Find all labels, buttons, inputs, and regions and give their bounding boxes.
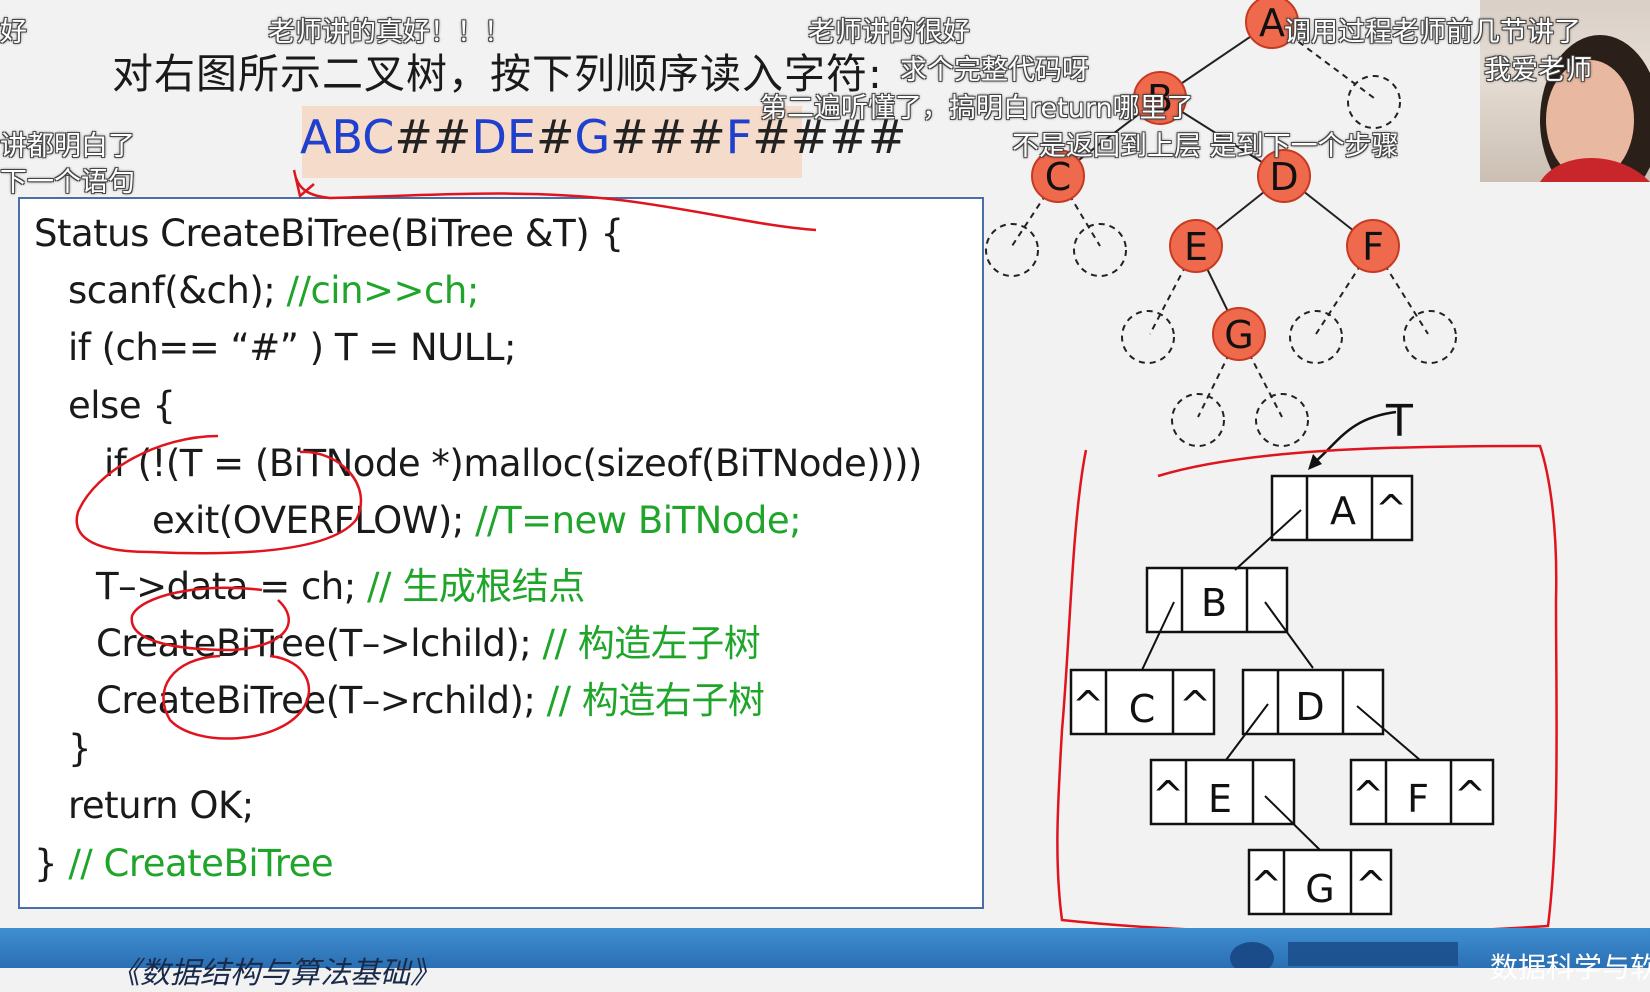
svg-text:^: ^ (1250, 863, 1282, 907)
danmaku-comment: 好 (0, 17, 27, 48)
tree-edges (1057, 21, 1374, 335)
university-logo (1230, 942, 1458, 968)
svg-text:^: ^ (1072, 683, 1104, 727)
tree-node-f: F (1346, 219, 1400, 273)
svg-text:B: B (1201, 581, 1227, 625)
footer-course-title: 《数据结构与算法基础》 (110, 956, 440, 991)
svg-text:^: ^ (1352, 773, 1384, 817)
svg-text:C: C (1129, 687, 1156, 731)
svg-text:A: A (1330, 489, 1356, 533)
svg-text:^: ^ (1179, 683, 1211, 727)
danmaku-comment: 调用过程老师前几节讲了 (1284, 17, 1581, 48)
red-annotations (75, 169, 1558, 934)
pointer-arrow (1314, 410, 1397, 463)
svg-text:F: F (1362, 225, 1384, 269)
svg-text:^: ^ (1375, 487, 1407, 531)
video-frame: 对右图所示二叉树，按下列顺序读入字符: ABC##DE#G###F#### St… (0, 0, 1650, 991)
danmaku-comment: 第二遍听懂了，搞明白return哪里了 (760, 93, 1194, 124)
danmaku-comment: 我爱老师 (1484, 55, 1592, 86)
svg-text:^: ^ (1454, 773, 1486, 817)
svg-text:D: D (1295, 685, 1324, 729)
danmaku-comment: 求个完整代码呀 (900, 55, 1089, 86)
svg-text:F: F (1407, 777, 1429, 821)
danmaku-comment: 老师讲的真好！！！ (268, 17, 511, 48)
tree-node-e: E (1169, 219, 1223, 273)
footer-department: 数据科学与软 (1490, 951, 1650, 984)
danmaku-comment: 老师讲的很好 (808, 17, 970, 48)
svg-text:E: E (1184, 225, 1208, 269)
svg-text:A: A (1259, 1, 1285, 45)
svg-text:G: G (1305, 867, 1334, 911)
tree-node-g: G (1212, 307, 1266, 361)
danmaku-comment: 不是返回到上层 是到下一个步骤 (1012, 131, 1399, 162)
pointer-label: T (1386, 396, 1413, 447)
svg-text:G: G (1224, 313, 1253, 357)
danmaku-comment: 下一个语句 (0, 167, 135, 198)
svg-text:^: ^ (1355, 863, 1387, 907)
danmaku-comment: 讲都明白了 (0, 131, 135, 162)
svg-text:E: E (1208, 777, 1232, 821)
binary-tree-diagram: A B C D E F G A B C D E F G ^ ^ ^ ^ ^ ^ … (75, 0, 1558, 934)
svg-text:^: ^ (1152, 773, 1184, 817)
